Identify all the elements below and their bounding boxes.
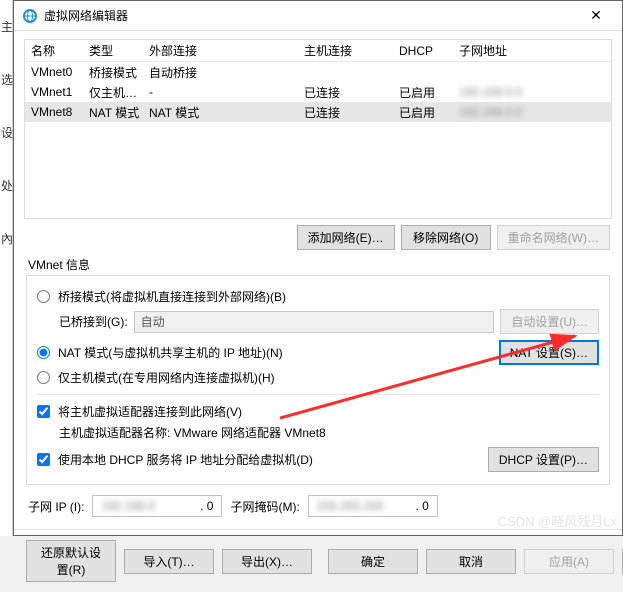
- use-dhcp-row: 使用本地 DHCP 服务将 IP 地址分配给虚拟机(D) DHCP 设置(P)…: [37, 447, 599, 472]
- table-row[interactable]: VMnet8 NAT 模式 NAT 模式 已连接 已启用 192.168.0.0: [25, 102, 611, 122]
- connect-host-label: 将主机虚拟适配器连接到此网络(V): [58, 403, 242, 420]
- window-title: 虚拟网络编辑器: [44, 7, 576, 24]
- restore-defaults-button[interactable]: 还原默认设置(R): [26, 540, 116, 582]
- background-strip: 主 选 设 处 內: [0, 0, 13, 536]
- app-icon: [22, 8, 38, 24]
- subnet-mask-label: 子网掩码(M):: [230, 498, 299, 515]
- subnet-ip-label: 子网 IP (I):: [28, 498, 84, 515]
- nat-mode-row: NAT 模式(与虚拟机共享主机的 IP 地址)(N) NAT 设置(S)…: [37, 340, 599, 365]
- nat-settings-button[interactable]: NAT 设置(S)…: [499, 340, 599, 365]
- auto-settings-button: 自动设置(U)…: [500, 309, 599, 334]
- virtual-network-editor-dialog: 虚拟网络编辑器 ✕ 名称 类型 外部连接 主机连接 DHCP 子网地址 VMne…: [13, 0, 623, 536]
- use-dhcp-label: 使用本地 DHCP 服务将 IP 地址分配给虚拟机(D): [58, 451, 313, 468]
- subnet-mask-field[interactable]: 255.255.255. 0: [308, 495, 438, 517]
- col-ext[interactable]: 外部连接: [143, 39, 298, 62]
- remove-network-button[interactable]: 移除网络(O): [401, 225, 491, 250]
- col-subnet[interactable]: 子网地址: [453, 39, 611, 62]
- hostonly-mode-row: 仅主机模式(在专用网络内连接虚拟机)(H): [37, 369, 599, 386]
- adapter-name-label: 主机虚拟适配器名称: VMware 网络适配器 VMnet8: [59, 424, 599, 441]
- dhcp-settings-button[interactable]: DHCP 设置(P)…: [488, 447, 599, 472]
- table-row[interactable]: VMnet0 桥接模式 自动桥接: [25, 62, 611, 82]
- hostonly-mode-label: 仅主机模式(在专用网络内连接虚拟机)(H): [58, 369, 275, 386]
- bridge-mode-radio[interactable]: [37, 290, 50, 303]
- network-buttons-row: 添加网络(E)… 移除网络(O) 重命名网络(W)…: [14, 219, 622, 250]
- col-host[interactable]: 主机连接: [298, 39, 393, 62]
- nat-mode-label: NAT 模式(与虚拟机共享主机的 IP 地址)(N): [58, 344, 283, 361]
- use-dhcp-checkbox[interactable]: [37, 453, 50, 466]
- add-network-button[interactable]: 添加网络(E)…: [297, 225, 395, 250]
- dialog-footer: 还原默认设置(R) 导入(T)… 导出(X)… 确定 取消 应用(A) 帮助: [14, 529, 622, 592]
- import-button[interactable]: 导入(T)…: [124, 549, 214, 574]
- bridge-to-select: 自动: [134, 311, 495, 333]
- dialog-content: 名称 类型 外部连接 主机连接 DHCP 子网地址 VMnet0 桥接模式 自动…: [14, 39, 622, 592]
- nat-mode-radio[interactable]: [37, 346, 50, 359]
- bridge-to-label: 已桥接到(G):: [59, 313, 128, 330]
- table-header: 名称 类型 外部连接 主机连接 DHCP 子网地址: [25, 40, 611, 62]
- table-row[interactable]: VMnet1 仅主机… - 已连接 已启用 192.168.0.0: [25, 82, 611, 102]
- export-button[interactable]: 导出(X)…: [222, 549, 312, 574]
- table-body: VMnet0 桥接模式 自动桥接 VMnet1 仅主机… - 已连接 已启用 1…: [25, 62, 611, 122]
- bridge-mode-label: 桥接模式(将虚拟机直接连接到外部网络)(B): [58, 288, 286, 305]
- vmnet-info-box: 桥接模式(将虚拟机直接连接到外部网络)(B) 已桥接到(G): 自动 自动设置(…: [26, 275, 610, 485]
- hostonly-mode-radio[interactable]: [37, 371, 50, 384]
- apply-button: 应用(A): [524, 549, 614, 574]
- networks-table: 名称 类型 外部连接 主机连接 DHCP 子网地址 VMnet0 桥接模式 自动…: [24, 39, 612, 219]
- rename-network-button: 重命名网络(W)…: [497, 225, 610, 250]
- col-name[interactable]: 名称: [25, 39, 83, 62]
- close-icon[interactable]: ✕: [576, 2, 616, 30]
- cancel-button[interactable]: 取消: [426, 549, 516, 574]
- bridge-mode-row: 桥接模式(将虚拟机直接连接到外部网络)(B): [37, 288, 599, 305]
- col-dhcp[interactable]: DHCP: [393, 41, 453, 61]
- subnet-ip-field[interactable]: 192.168.0. 0: [92, 495, 222, 517]
- connect-host-checkbox[interactable]: [37, 405, 50, 418]
- titlebar: 虚拟网络编辑器 ✕: [14, 1, 622, 31]
- vmnet-info-group: VMnet 信息 桥接模式(将虚拟机直接连接到外部网络)(B) 已桥接到(G):…: [26, 256, 610, 485]
- subnet-row: 子网 IP (I): 192.168.0. 0 子网掩码(M): 255.255…: [28, 495, 608, 517]
- bridge-to-row: 已桥接到(G): 自动 自动设置(U)…: [59, 309, 599, 334]
- vmnet-info-title: VMnet 信息: [28, 256, 610, 273]
- ok-button[interactable]: 确定: [328, 549, 418, 574]
- col-type[interactable]: 类型: [83, 39, 143, 62]
- connect-host-row: 将主机虚拟适配器连接到此网络(V): [37, 403, 599, 420]
